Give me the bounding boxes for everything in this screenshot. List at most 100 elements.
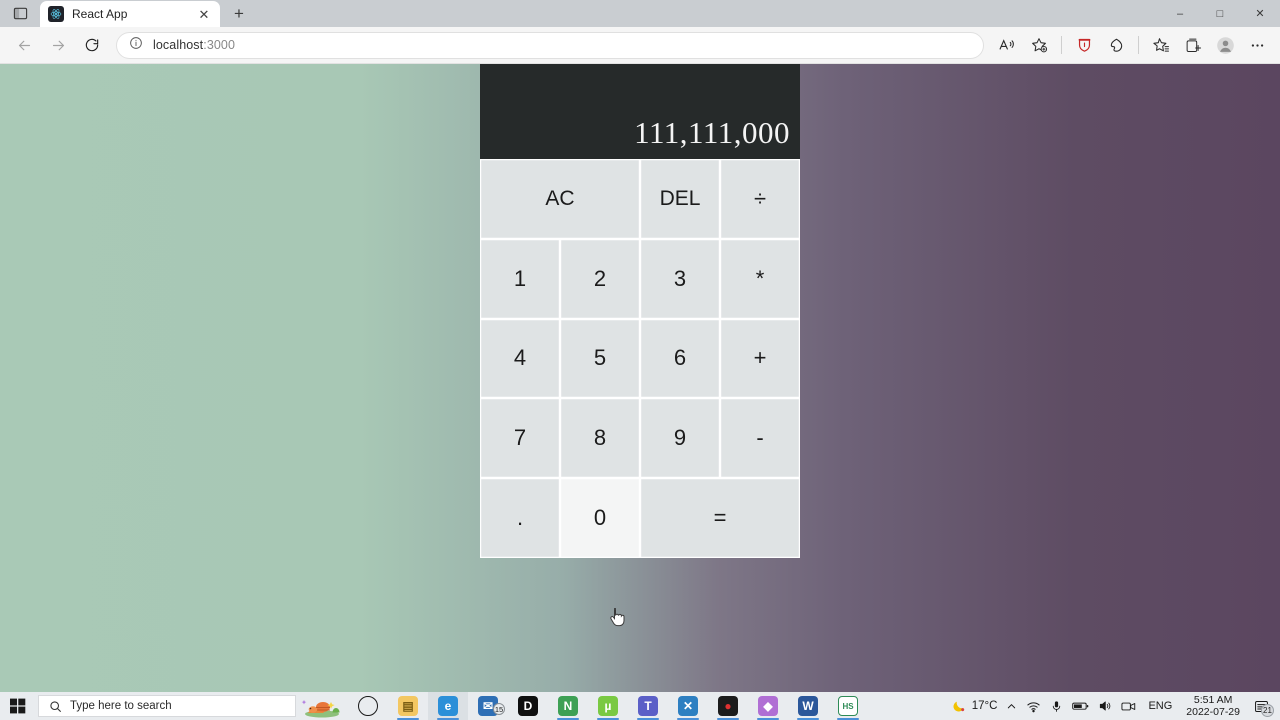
microsoft-word-icon-glyph: W <box>798 696 818 716</box>
notifications-icon[interactable]: 21 <box>1248 692 1274 720</box>
mouse-cursor <box>609 607 625 627</box>
volume-icon[interactable] <box>1095 692 1115 720</box>
microphone-icon[interactable] <box>1047 692 1066 720</box>
clock[interactable]: 5:51 AM 2022-07-29 <box>1181 694 1245 718</box>
title-bar: React App ✕ + – □ ✕ <box>0 0 1280 27</box>
site-info-icon[interactable] <box>129 36 143 55</box>
maximize-button[interactable]: □ <box>1200 0 1240 27</box>
multiply-button[interactable]: * <box>720 238 800 319</box>
vs-code-icon[interactable]: ✕ <box>668 692 708 720</box>
favorites-icon[interactable] <box>1146 30 1176 60</box>
wifi-icon[interactable] <box>1023 692 1044 720</box>
address-host: localhost <box>153 38 204 52</box>
settings-more-icon[interactable] <box>1242 30 1272 60</box>
calculator-display: 111,111,000 <box>480 64 800 159</box>
tab-search-icon[interactable] <box>0 0 40 27</box>
node-chrome-icon[interactable]: N <box>548 692 588 720</box>
utorrent-icon[interactable]: µ <box>588 692 628 720</box>
microsoft-edge-icon-glyph: e <box>438 696 458 716</box>
extension-red-icon[interactable] <box>1069 30 1099 60</box>
mail-icon-badge: 15 <box>493 703 505 715</box>
taskbar-apps: ▤ e ✉ 15 D Nµ T ✕ ● ◆ W HS <box>348 692 868 720</box>
media-player-icon[interactable]: ● <box>708 692 748 720</box>
microsoft-teams-icon-glyph: T <box>638 696 658 716</box>
digit-4-button[interactable]: 4 <box>480 318 560 399</box>
system-tray: 17°C ENG 5:51 AM 2022-07-29 21 <box>948 692 1280 720</box>
taskbar: Type here to search ▤ e ✉ 15 D Nµ T ✕ ● ◆ W HS 17°C <box>0 692 1280 720</box>
clock-time: 5:51 AM <box>1193 694 1233 706</box>
digit-6-button[interactable]: 6 <box>640 318 720 399</box>
minimize-button[interactable]: – <box>1160 0 1200 27</box>
browser-tab[interactable]: React App ✕ <box>40 1 220 27</box>
node-chrome-icon-glyph: N <box>558 696 578 716</box>
clock-date: 2022-07-29 <box>1186 706 1240 718</box>
collections-icon[interactable] <box>1178 30 1208 60</box>
toolbar-divider <box>1061 36 1062 54</box>
edge-drop-icon[interactable] <box>1101 30 1131 60</box>
divide-button[interactable]: ÷ <box>720 159 800 239</box>
browser-toolbar: localhost:3000 <box>0 27 1280 64</box>
package-box-icon-glyph: ◆ <box>758 696 778 716</box>
address-text: localhost:3000 <box>153 38 235 52</box>
windows-start-icon[interactable] <box>0 692 36 720</box>
decimal-point-button[interactable]: . <box>480 478 560 558</box>
back-arrow-icon[interactable] <box>8 30 40 60</box>
file-explorer-icon[interactable]: ▤ <box>388 692 428 720</box>
hs-app-icon[interactable]: HS <box>828 692 868 720</box>
calculator-app: 111,111,000 AC DEL ÷ 1 2 3 * 4 5 6 +7 8 9-. 0 = <box>480 64 800 558</box>
browser-window: React App ✕ + – □ ✕ localhost:3000 111,1… <box>0 0 1280 692</box>
mail-icon[interactable]: ✉ 15 <box>468 692 508 720</box>
digit-9-button[interactable]: 9 <box>640 398 720 479</box>
utorrent-icon-glyph: µ <box>598 696 618 716</box>
cortana-icon-glyph <box>358 696 378 716</box>
microsoft-teams-icon[interactable]: T <box>628 692 668 720</box>
digit-8-button[interactable]: 8 <box>560 398 640 479</box>
display-value: 111,111,000 <box>634 115 790 150</box>
search-icon <box>50 700 61 712</box>
tab-title: React App <box>72 7 128 21</box>
taskbar-search-input[interactable]: Type here to search <box>38 695 296 717</box>
show-hidden-icons-chevron[interactable] <box>1003 692 1020 720</box>
reload-icon[interactable] <box>76 30 108 60</box>
meet-now-icon[interactable] <box>1118 692 1139 720</box>
new-tab-button[interactable]: + <box>224 1 254 27</box>
microsoft-edge-icon[interactable]: e <box>428 692 468 720</box>
digit-7-button[interactable]: 7 <box>480 398 560 479</box>
digit-0-button[interactable]: 0 <box>560 478 640 558</box>
vs-code-icon-glyph: ✕ <box>678 696 698 716</box>
digit-1-button[interactable]: 1 <box>480 238 560 319</box>
input-language[interactable]: ENG <box>1142 700 1178 712</box>
toolbar-divider-2 <box>1138 36 1139 54</box>
digit-5-button[interactable]: 5 <box>560 318 640 399</box>
battery-icon[interactable] <box>1069 692 1092 720</box>
delete-button[interactable]: DEL <box>640 159 720 239</box>
window-controls: – □ ✕ <box>1160 0 1280 27</box>
toolbar-icons <box>992 30 1272 60</box>
digit-3-button[interactable]: 3 <box>640 238 720 319</box>
digit-2-button[interactable]: 2 <box>560 238 640 319</box>
tab-close-icon[interactable]: ✕ <box>196 6 212 22</box>
dell-icon[interactable]: D <box>508 692 548 720</box>
news-weather-widget[interactable] <box>296 692 344 720</box>
close-window-button[interactable]: ✕ <box>1240 0 1280 27</box>
weather-tray[interactable]: 17°C <box>948 692 1001 720</box>
taskbar-search-placeholder: Type here to search <box>70 700 172 712</box>
subtract-button[interactable]: - <box>720 398 800 479</box>
clear-all-button[interactable]: AC <box>480 159 640 239</box>
equals-button[interactable]: = <box>640 478 800 558</box>
address-port: :3000 <box>203 38 236 52</box>
read-aloud-icon[interactable] <box>992 30 1022 60</box>
cortana-icon[interactable] <box>348 692 388 720</box>
profile-avatar[interactable] <box>1210 30 1240 60</box>
media-player-icon-glyph: ● <box>718 696 738 716</box>
page-viewport: 111,111,000 AC DEL ÷ 1 2 3 * 4 5 6 +7 8 9-. 0 = <box>0 64 1280 692</box>
package-box-icon[interactable]: ◆ <box>748 692 788 720</box>
forward-arrow-icon[interactable] <box>42 30 74 60</box>
react-logo-icon <box>48 6 64 22</box>
microsoft-word-icon[interactable]: W <box>788 692 828 720</box>
add-favorite-icon[interactable] <box>1024 30 1054 60</box>
add-button[interactable]: + <box>720 318 800 399</box>
hs-app-icon-glyph: HS <box>838 696 858 716</box>
dell-icon-glyph: D <box>518 696 538 716</box>
address-bar[interactable]: localhost:3000 <box>116 31 984 59</box>
